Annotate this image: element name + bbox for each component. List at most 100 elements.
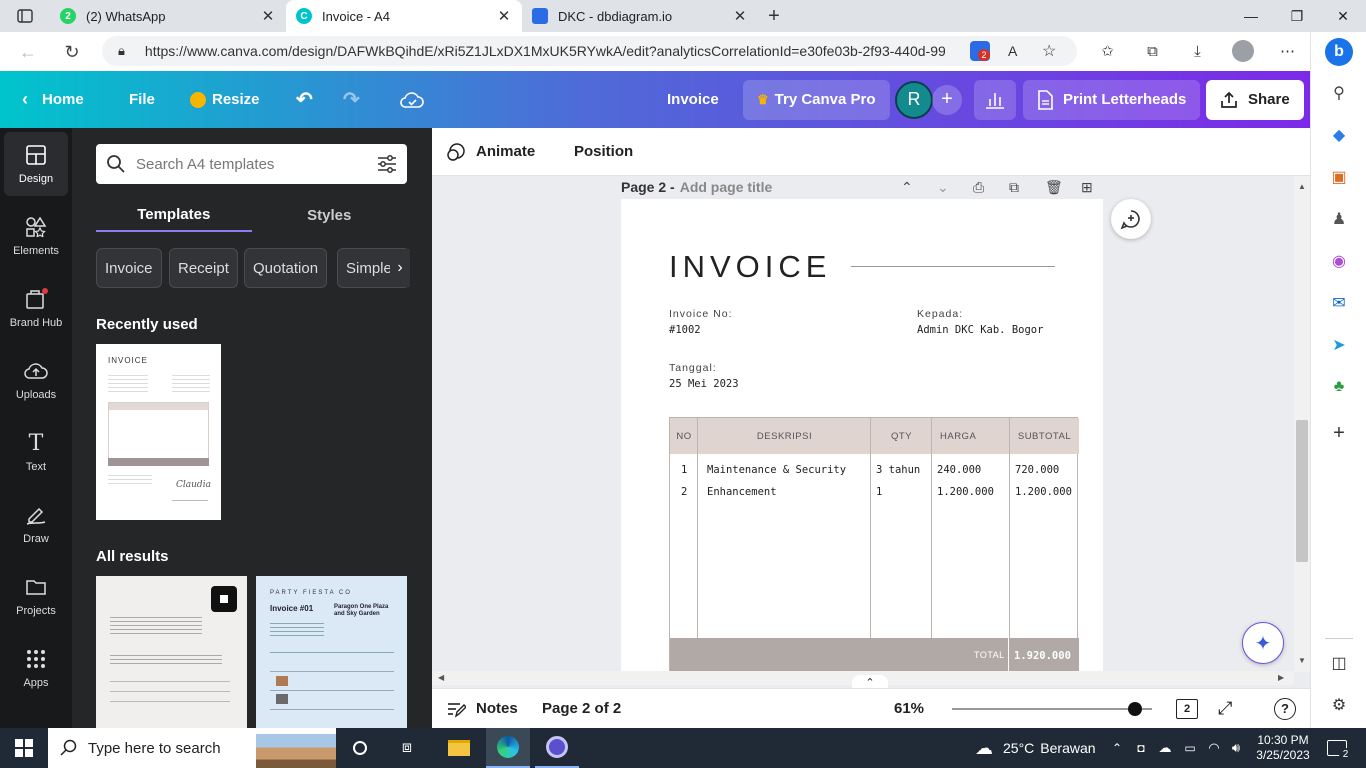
lock-icon[interactable]: 🔒︎ — [118, 43, 125, 59]
chip-receipt[interactable]: Receipt — [169, 248, 238, 288]
page-indicator[interactable]: Page 2 of 2 — [542, 700, 621, 717]
app-taskbar-icon[interactable] — [535, 728, 579, 768]
page-title-input[interactable]: Add page title — [680, 179, 773, 195]
scroll-up-icon[interactable]: ▲ — [1298, 182, 1306, 191]
rail-elements[interactable]: Elements — [4, 204, 68, 268]
close-tab-icon[interactable]: ✕ — [732, 7, 748, 25]
lock-page-icon[interactable]: ⎙ — [973, 179, 984, 196]
zoom-slider-knob[interactable] — [1128, 702, 1142, 716]
print-letterheads-button[interactable]: Print Letterheads — [1023, 71, 1201, 128]
outlook-icon[interactable]: ✉ — [1328, 292, 1350, 314]
bing-icon[interactable]: b — [1325, 38, 1353, 66]
close-tab-icon[interactable]: ✕ — [496, 7, 512, 25]
add-page-icon[interactable]: ⊞ — [1081, 179, 1093, 196]
onedrive-icon[interactable]: ☁ — [1155, 728, 1175, 768]
camera-icon[interactable]: ◘ — [1132, 728, 1150, 768]
template-menu-icon[interactable] — [211, 586, 237, 612]
home-button[interactable]: ‹ Home — [22, 71, 84, 128]
page-up-icon[interactable]: ⌃ — [901, 179, 913, 196]
close-tab-icon[interactable]: ✕ — [260, 7, 276, 25]
refresh-icon[interactable]: ↻ — [54, 34, 90, 70]
rail-text[interactable]: T Text — [4, 420, 68, 484]
duplicate-page-icon[interactable]: ⧉ — [1009, 179, 1019, 196]
collections-icon[interactable]: ⧉ — [1130, 34, 1175, 68]
wifi-icon[interactable]: ◠ — [1204, 728, 1224, 768]
delete-page-icon[interactable]: 🗑︎ — [1045, 179, 1063, 196]
taskbar-search-field[interactable]: Type here to search — [48, 728, 336, 768]
page-down-icon[interactable]: ⌄ — [937, 179, 949, 196]
vertical-scrollbar[interactable]: ▲ ▼ — [1294, 176, 1310, 672]
rail-projects[interactable]: Projects — [4, 564, 68, 628]
fullscreen-icon[interactable]: ⤢ — [1218, 698, 1232, 719]
cloud-saved-icon[interactable] — [400, 71, 424, 128]
downloads-icon[interactable]: ⤓ — [1175, 34, 1220, 68]
rail-draw[interactable]: Draw — [4, 492, 68, 556]
restore-icon[interactable]: ❐ — [1274, 0, 1320, 32]
position-button[interactable]: Position — [574, 143, 633, 160]
edge-taskbar-icon[interactable] — [486, 728, 530, 768]
office-icon[interactable]: ◉ — [1328, 250, 1350, 272]
invoice-page[interactable]: INVOICE Invoice No: #1002 Kepada: Admin … — [621, 199, 1103, 671]
weather-icon[interactable]: ☁ — [968, 728, 1000, 768]
rail-design[interactable]: Design — [4, 132, 68, 196]
scroll-left-icon[interactable]: ◀ — [438, 673, 444, 682]
avatar[interactable]: R — [895, 71, 933, 128]
result-template-thumbnail[interactable] — [96, 576, 247, 728]
document-title[interactable]: Invoice — [667, 71, 719, 128]
scroll-thumb[interactable] — [1296, 420, 1308, 562]
filter-icon[interactable] — [377, 155, 397, 173]
template-search-field[interactable]: Search A4 templates — [96, 144, 407, 184]
recent-template-thumbnail[interactable]: INVOICE Claudia — [96, 344, 221, 520]
magic-assistant-button[interactable]: ✦ — [1242, 622, 1284, 664]
undo-icon[interactable]: ↶ — [296, 71, 313, 128]
insights-button[interactable] — [974, 71, 1016, 128]
url-field[interactable]: 🔒︎ https://www.canva.com/design/DAFWkBQi… — [102, 36, 1077, 66]
show-hidden-icons[interactable]: ⌃ — [1108, 728, 1126, 768]
chip-scroll-right-icon[interactable]: › — [390, 249, 410, 287]
file-menu[interactable]: File — [129, 71, 155, 128]
tab-dbdiagram[interactable]: DKC - dbdiagram.io ✕ — [522, 0, 758, 32]
search-icon[interactable]: ⚲ — [1328, 82, 1350, 104]
share-button[interactable]: Share — [1206, 71, 1304, 128]
notifications-icon[interactable]: 2 — [1322, 728, 1352, 768]
read-aloud-icon[interactable]: A — [1008, 43, 1017, 59]
result-template-thumbnail[interactable]: PARTY FIESTA CO Invoice #01 Paragon One … — [256, 576, 407, 728]
telegram-icon[interactable]: ➤ — [1328, 334, 1350, 356]
tree-icon[interactable]: ♣ — [1328, 376, 1350, 398]
add-collaborator-button[interactable]: + — [932, 71, 962, 128]
tab-whatsapp[interactable]: 2 (2) WhatsApp ✕ — [50, 0, 286, 32]
settings-icon[interactable]: ⚙ — [1328, 694, 1350, 716]
volume-icon[interactable]: 🔊︎ — [1226, 728, 1246, 768]
shopping-icon[interactable]: ◆ — [1328, 124, 1350, 146]
tab-canva-invoice[interactable]: C Invoice - A4 ✕ — [286, 0, 522, 32]
page-count-icon[interactable]: 2 — [1176, 698, 1198, 719]
tab-actions-icon[interactable] — [0, 0, 50, 32]
rail-uploads[interactable]: Uploads — [4, 348, 68, 412]
extension-icon[interactable]: 2 — [970, 41, 990, 61]
rail-apps[interactable]: Apps — [4, 636, 68, 700]
chip-quotation[interactable]: Quotation — [244, 248, 328, 288]
show-pages-icon[interactable]: ⌃ — [852, 675, 888, 689]
back-icon[interactable]: ← — [10, 34, 46, 70]
start-button[interactable] — [0, 728, 48, 768]
favorite-star-icon[interactable]: ☆ — [1042, 41, 1056, 61]
help-icon[interactable]: ? — [1274, 697, 1296, 720]
rail-brand-hub[interactable]: Brand Hub — [4, 276, 68, 340]
scroll-right-icon[interactable]: ▶ — [1278, 673, 1284, 682]
chip-invoice[interactable]: Invoice — [96, 248, 162, 288]
task-view-icon[interactable]: ⧈ — [387, 728, 427, 768]
clock[interactable]: 10:30 PM 3/25/2023 — [1250, 728, 1316, 768]
games-icon[interactable]: ♟ — [1328, 208, 1350, 230]
redo-icon[interactable]: ↷ — [343, 71, 360, 128]
add-comment-button[interactable] — [1111, 199, 1151, 239]
more-menu-icon[interactable]: ⋯ — [1265, 34, 1310, 68]
favorites-icon[interactable]: ✩ — [1085, 34, 1130, 68]
tools-icon[interactable]: ▣ — [1328, 166, 1350, 188]
tab-templates[interactable]: Templates — [96, 198, 252, 232]
scroll-down-icon[interactable]: ▼ — [1298, 656, 1306, 665]
zoom-slider[interactable] — [952, 702, 1152, 716]
notes-button[interactable]: Notes — [446, 700, 518, 718]
try-pro-button[interactable]: ♛ Try Canva Pro — [743, 71, 890, 128]
weather-widget[interactable]: 25°C Berawan — [1003, 728, 1096, 768]
tab-styles[interactable]: Styles — [252, 198, 408, 232]
